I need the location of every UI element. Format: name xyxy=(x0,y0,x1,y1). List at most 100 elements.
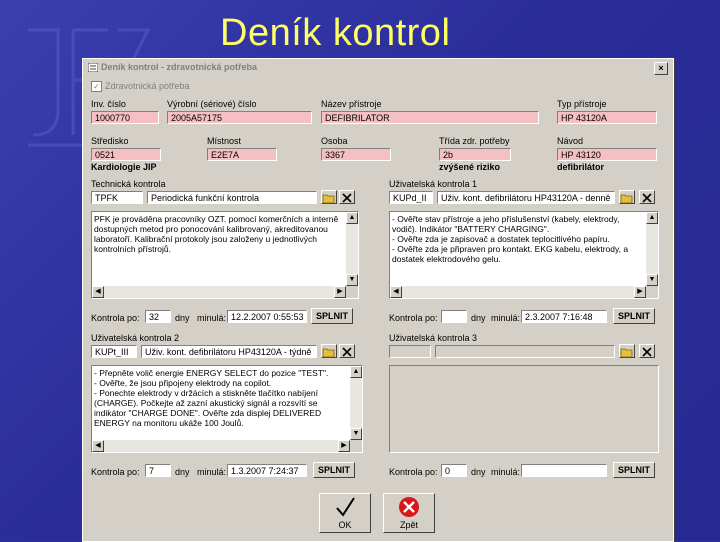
scroll-down-arrow-icon[interactable]: ▼ xyxy=(350,428,362,440)
close-button[interactable]: × xyxy=(654,62,668,75)
center-name: Kardiologie JIP xyxy=(91,162,157,172)
horizontal-scrollbar[interactable]: ◀ ▶ xyxy=(390,286,646,298)
interval-field[interactable] xyxy=(441,310,467,323)
scroll-up-arrow-icon[interactable]: ▲ xyxy=(350,366,362,378)
panel-user2-memo[interactable]: - Přepněte volič energie ENERGY SELECT d… xyxy=(91,365,363,453)
horizontal-scrollbar[interactable]: ◀ ▶ xyxy=(92,286,346,298)
vertical-scrollbar[interactable]: ▲ ▼ xyxy=(350,366,362,440)
interval-label: Kontrola po: xyxy=(91,467,140,477)
interval-field[interactable]: 32 xyxy=(145,310,171,323)
panel-user2-label: Uživatelská kontrola 2 xyxy=(91,333,180,343)
room-label: Místnost xyxy=(207,136,242,146)
interval-label: Kontrola po: xyxy=(389,313,438,323)
back-label: Zpět xyxy=(399,520,418,530)
splnit-button[interactable]: SPLNIT xyxy=(313,462,355,478)
panel-user3-desc[interactable] xyxy=(435,345,615,358)
scroll-corner xyxy=(350,440,362,452)
panel-user1-code[interactable]: KUPd_II xyxy=(389,191,433,204)
type-field[interactable]: HP 43120A xyxy=(557,111,657,124)
last-field[interactable]: 12.2.2007 0:55:53 xyxy=(227,310,307,323)
manual-label: Návod xyxy=(557,136,584,146)
folder-icon xyxy=(620,348,633,358)
panel-user1-desc[interactable]: Uživ. kont. defibrilátoru HP43120A - den… xyxy=(437,191,615,204)
scroll-left-arrow-icon[interactable]: ◀ xyxy=(390,286,402,298)
scroll-left-arrow-icon[interactable]: ◀ xyxy=(92,286,104,298)
delete-button[interactable] xyxy=(339,190,355,204)
class-field[interactable]: 2b xyxy=(439,148,511,161)
dialog-window: Deník kontrol - zdravotnická potřeba × ✓… xyxy=(82,58,674,542)
back-button[interactable]: Zpět xyxy=(383,493,435,533)
splnit-button[interactable]: SPLNIT xyxy=(613,308,655,324)
manual-name: defibrilátor xyxy=(557,162,605,172)
interval-unit: dny xyxy=(175,313,190,323)
scroll-corner xyxy=(646,286,658,298)
delete-button[interactable] xyxy=(339,344,355,358)
app-icon xyxy=(88,63,98,72)
last-field[interactable]: 2.3.2007 7:16:48 xyxy=(521,310,607,323)
inv-label: Inv. číslo xyxy=(91,99,126,109)
horizontal-scrollbar[interactable]: ◀ ▶ xyxy=(92,440,350,452)
ok-label: OK xyxy=(338,520,352,530)
panel-user2-code[interactable]: KUPt_III xyxy=(91,345,137,358)
interval-unit: dny xyxy=(471,313,486,323)
splnit-button[interactable]: SPLNIT xyxy=(613,462,655,478)
panel-user1-memo[interactable]: - Ověřte stav přístroje a jeho příslušen… xyxy=(389,211,659,299)
last-label: minulá: xyxy=(491,467,521,477)
delete-x-icon xyxy=(642,193,652,203)
last-field[interactable] xyxy=(521,464,607,477)
interval-label: Kontrola po: xyxy=(389,467,438,477)
checkbox-label: Zdravotnická potřeba xyxy=(105,81,190,91)
folder-icon xyxy=(322,194,335,204)
scroll-up-arrow-icon[interactable]: ▲ xyxy=(346,212,358,224)
name-field[interactable]: DEFIBRILATOR xyxy=(321,111,539,124)
scroll-down-arrow-icon[interactable]: ▼ xyxy=(646,274,658,286)
splnit-button[interactable]: SPLNIT xyxy=(311,308,353,324)
inv-field[interactable]: 1000770 xyxy=(91,111,159,124)
name-label: Název přístroje xyxy=(321,99,382,109)
checkmark-icon xyxy=(336,497,355,517)
cancel-x-icon xyxy=(399,497,419,517)
delete-button[interactable] xyxy=(639,344,655,358)
panel-user2-desc[interactable]: Uživ. kont. defibrilátoru HP43120A - týd… xyxy=(141,345,317,358)
panel-user3-code[interactable] xyxy=(389,345,431,358)
open-folder-button[interactable] xyxy=(619,190,635,204)
person-field[interactable]: 3367 xyxy=(321,148,391,161)
room-field[interactable]: E2E7A xyxy=(207,148,277,161)
scroll-up-arrow-icon[interactable]: ▲ xyxy=(646,212,658,224)
scroll-right-arrow-icon[interactable]: ▶ xyxy=(334,286,346,298)
type-label: Typ přístroje xyxy=(557,99,607,109)
panel-tech-memo[interactable]: PFK je prováděna pracovníky OZT. pomocí … xyxy=(91,211,359,299)
manual-field[interactable]: HP 43120 xyxy=(557,148,657,161)
open-folder-button[interactable] xyxy=(321,344,337,358)
open-folder-button[interactable] xyxy=(321,190,337,204)
panel-tech-desc[interactable]: Periodická funkční kontrola xyxy=(147,191,317,204)
person-label: Osoba xyxy=(321,136,348,146)
last-field[interactable]: 1.3.2007 7:24:37 xyxy=(227,464,307,477)
panel-user3-label: Uživatelská kontrola 3 xyxy=(389,333,478,343)
interval-label: Kontrola po: xyxy=(91,313,140,323)
center-field[interactable]: 0521 xyxy=(91,148,161,161)
scroll-down-arrow-icon[interactable]: ▼ xyxy=(346,274,358,286)
scroll-left-arrow-icon[interactable]: ◀ xyxy=(92,440,104,452)
interval-field[interactable]: 7 xyxy=(145,464,171,477)
panel-tech-code[interactable]: TPFK xyxy=(91,191,143,204)
delete-button[interactable] xyxy=(639,190,655,204)
vertical-scrollbar[interactable]: ▲ ▼ xyxy=(646,212,658,286)
interval-field[interactable]: 0 xyxy=(441,464,467,477)
ok-button[interactable]: OK xyxy=(319,493,371,533)
dialog-titlebar[interactable]: Deník kontrol - zdravotnická potřeba × xyxy=(85,61,671,75)
class-name: zvýšené riziko xyxy=(439,162,501,172)
panel-tech-label: Technická kontrola xyxy=(91,179,166,189)
serial-field[interactable]: 2005A57175 xyxy=(167,111,312,124)
folder-icon xyxy=(322,348,335,358)
scroll-corner xyxy=(346,286,358,298)
last-label: minulá: xyxy=(197,467,227,477)
scroll-right-arrow-icon[interactable]: ▶ xyxy=(338,440,350,452)
open-folder-button[interactable] xyxy=(619,344,635,358)
panel-user3-memo[interactable] xyxy=(389,365,659,453)
zdravotnicka-potreba-checkbox[interactable]: ✓ xyxy=(91,81,102,92)
serial-label: Výrobní (sériové) číslo xyxy=(167,99,257,109)
panel-user2-text: - Přepněte volič energie ENERGY SELECT d… xyxy=(94,368,329,428)
scroll-right-arrow-icon[interactable]: ▶ xyxy=(634,286,646,298)
vertical-scrollbar[interactable]: ▲ ▼ xyxy=(346,212,358,286)
